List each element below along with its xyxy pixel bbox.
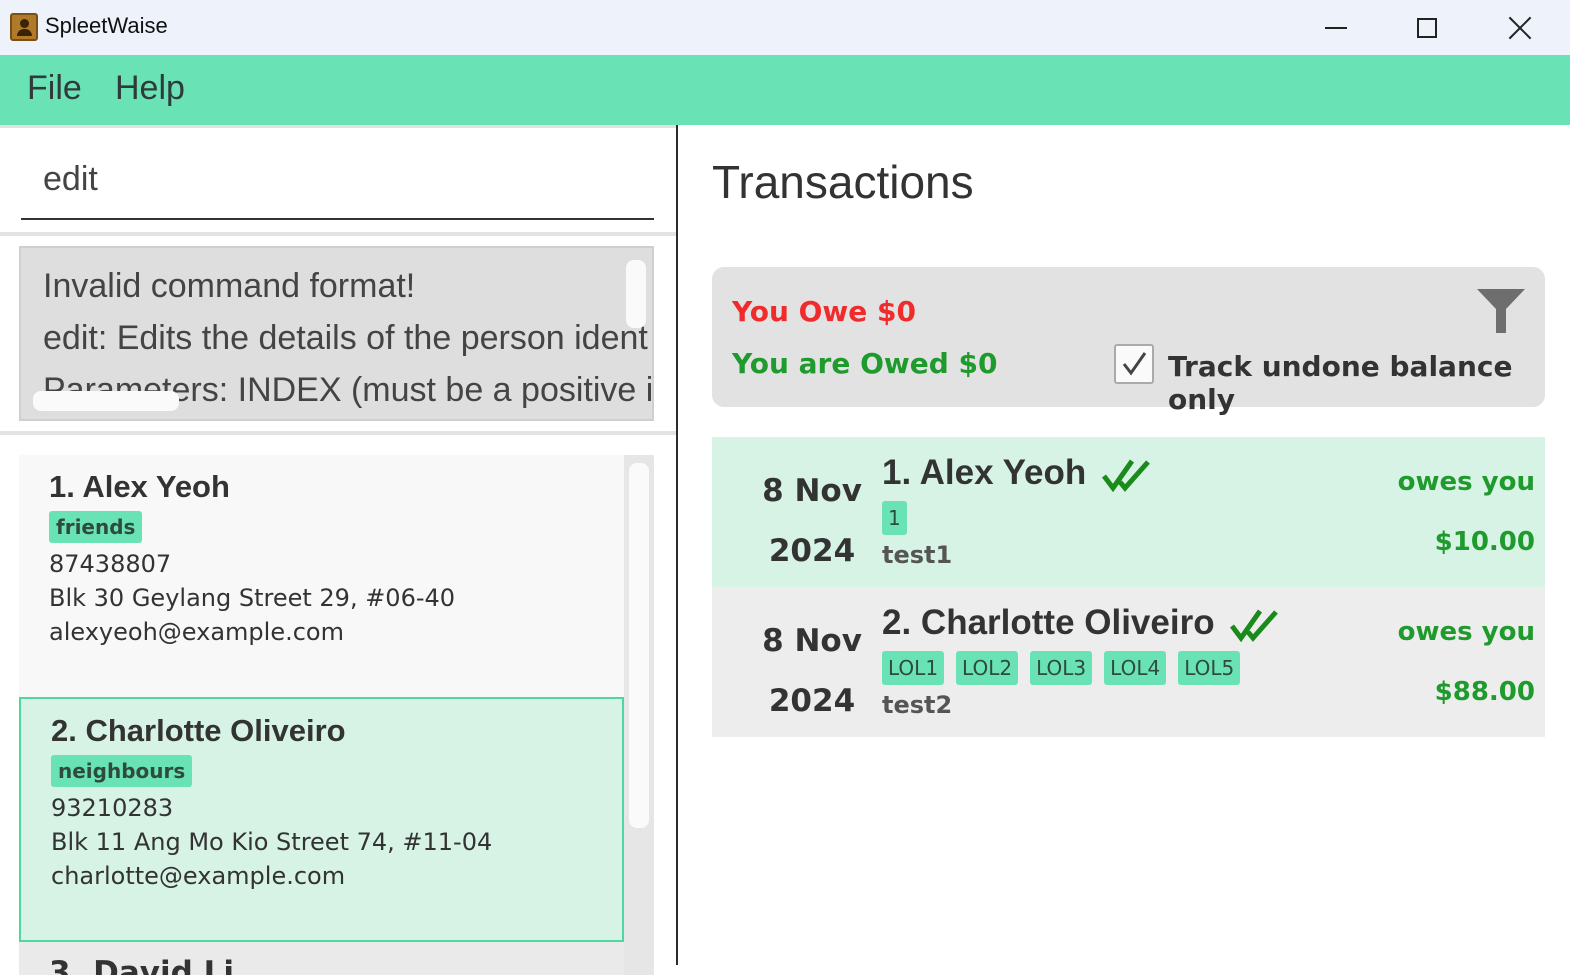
transaction-date: 8 Nov 2024 (752, 461, 872, 581)
close-icon (1508, 16, 1532, 40)
track-undone-label: Track undone balance only (1168, 350, 1513, 416)
transaction-tags: 1 (882, 501, 919, 535)
transaction-row[interactable]: 8 Nov 2024 2. Charlotte Oliveiro LOL1 LOL… (712, 587, 1545, 737)
transaction-year: 2024 (768, 683, 856, 719)
transaction-description: test2 (882, 691, 953, 719)
transaction-person: 1. Alex Yeoh (882, 453, 1152, 493)
filter-icon[interactable] (1476, 287, 1526, 335)
transactions-panel: Transactions You Owe $0 You are Owed $0 … (678, 125, 1570, 965)
transaction-row[interactable]: 8 Nov 2024 1. Alex Yeoh 1 test1 owes you… (712, 437, 1545, 587)
maximize-icon (1417, 17, 1437, 38)
person-name: 1. Alex Yeoh (49, 469, 230, 504)
person-phone: 87438807 (49, 550, 172, 578)
result-line: Invalid command format! (43, 267, 416, 305)
divider (0, 431, 676, 435)
transaction-tags: LOL1 LOL2 LOL3 LOL4 LOL5 (882, 651, 1252, 685)
transaction-tag: 1 (882, 501, 907, 535)
you-owe-text: You Owe $0 (732, 295, 916, 328)
window-title: SpleetWaise (45, 13, 168, 38)
transaction-tag: LOL5 (1178, 651, 1241, 685)
track-undone-checkbox[interactable] (1114, 344, 1154, 384)
transaction-tag: LOL1 (882, 651, 945, 685)
result-display[interactable]: Invalid command format! edit: Edits the … (19, 246, 654, 421)
title-bar: SpleetWaise (0, 0, 1570, 55)
transaction-day: 8 Nov (762, 623, 862, 659)
list-vertical-scrollbar[interactable] (629, 463, 649, 828)
maximize-button[interactable] (1381, 0, 1473, 55)
transaction-amount: $10.00 (1434, 527, 1535, 557)
person-tag: friends (49, 511, 143, 543)
transaction-direction: owes you (1397, 617, 1535, 647)
minimize-button[interactable] (1290, 0, 1382, 55)
person-phone: 93210283 (51, 794, 174, 822)
person-card[interactable]: 1. Alex Yeoh friends 87438807 Blk 30 Gey… (19, 455, 624, 697)
transaction-description: test1 (882, 541, 953, 569)
transaction-person: 2. Charlotte Oliveiro (882, 603, 1280, 643)
result-vertical-scrollbar[interactable] (626, 260, 646, 328)
person-name: 2. Charlotte Oliveiro (51, 713, 346, 748)
person-name: 3. David Li (49, 955, 234, 975)
close-button[interactable] (1474, 0, 1566, 55)
person-address: Blk 11 Ang Mo Kio Street 74, #11-04 (51, 828, 493, 856)
person-email: charlotte@example.com (51, 862, 346, 890)
transaction-person-name: 1. Alex Yeoh (882, 453, 1087, 492)
app-contact-icon (10, 13, 38, 41)
you-are-owed-text: You are Owed $0 (732, 347, 998, 380)
transaction-tag: LOL4 (1104, 651, 1167, 685)
transaction-person-name: 2. Charlotte Oliveiro (882, 603, 1215, 642)
menu-bar: File Help (0, 55, 1570, 125)
person-list: 1. Alex Yeoh friends 87438807 Blk 30 Gey… (19, 455, 654, 975)
left-panel: edit Invalid command format! edit: Edits… (0, 125, 676, 975)
divider (0, 232, 676, 236)
transaction-tag: LOL2 (956, 651, 1019, 685)
minimize-icon (1325, 26, 1347, 29)
menu-file[interactable]: File (27, 69, 82, 108)
double-check-icon (1230, 609, 1279, 642)
command-input[interactable]: edit (21, 148, 654, 220)
transactions-title: Transactions (712, 156, 974, 208)
transaction-direction: owes you (1397, 467, 1535, 497)
transaction-year: 2024 (768, 533, 856, 569)
transaction-tag: LOL3 (1030, 651, 1093, 685)
double-check-icon (1102, 459, 1150, 492)
balance-summary: You Owe $0 You are Owed $0 Track undone … (712, 267, 1545, 416)
menu-help[interactable]: Help (115, 69, 185, 108)
transaction-amount: $88.00 (1434, 677, 1535, 707)
person-email: alexyeoh@example.com (49, 618, 344, 646)
transaction-day: 8 Nov (762, 473, 862, 509)
checkmark-icon (1122, 352, 1147, 376)
result-horizontal-scrollbar[interactable] (33, 391, 179, 411)
result-line: edit: Edits the details of the person id… (43, 319, 648, 357)
person-card-selected[interactable]: 2. Charlotte Oliveiro neighbours 9321028… (19, 697, 624, 942)
person-tag: neighbours (51, 755, 193, 787)
transaction-date: 8 Nov 2024 (752, 611, 872, 731)
person-address: Blk 30 Geylang Street 29, #06-40 (49, 584, 456, 612)
